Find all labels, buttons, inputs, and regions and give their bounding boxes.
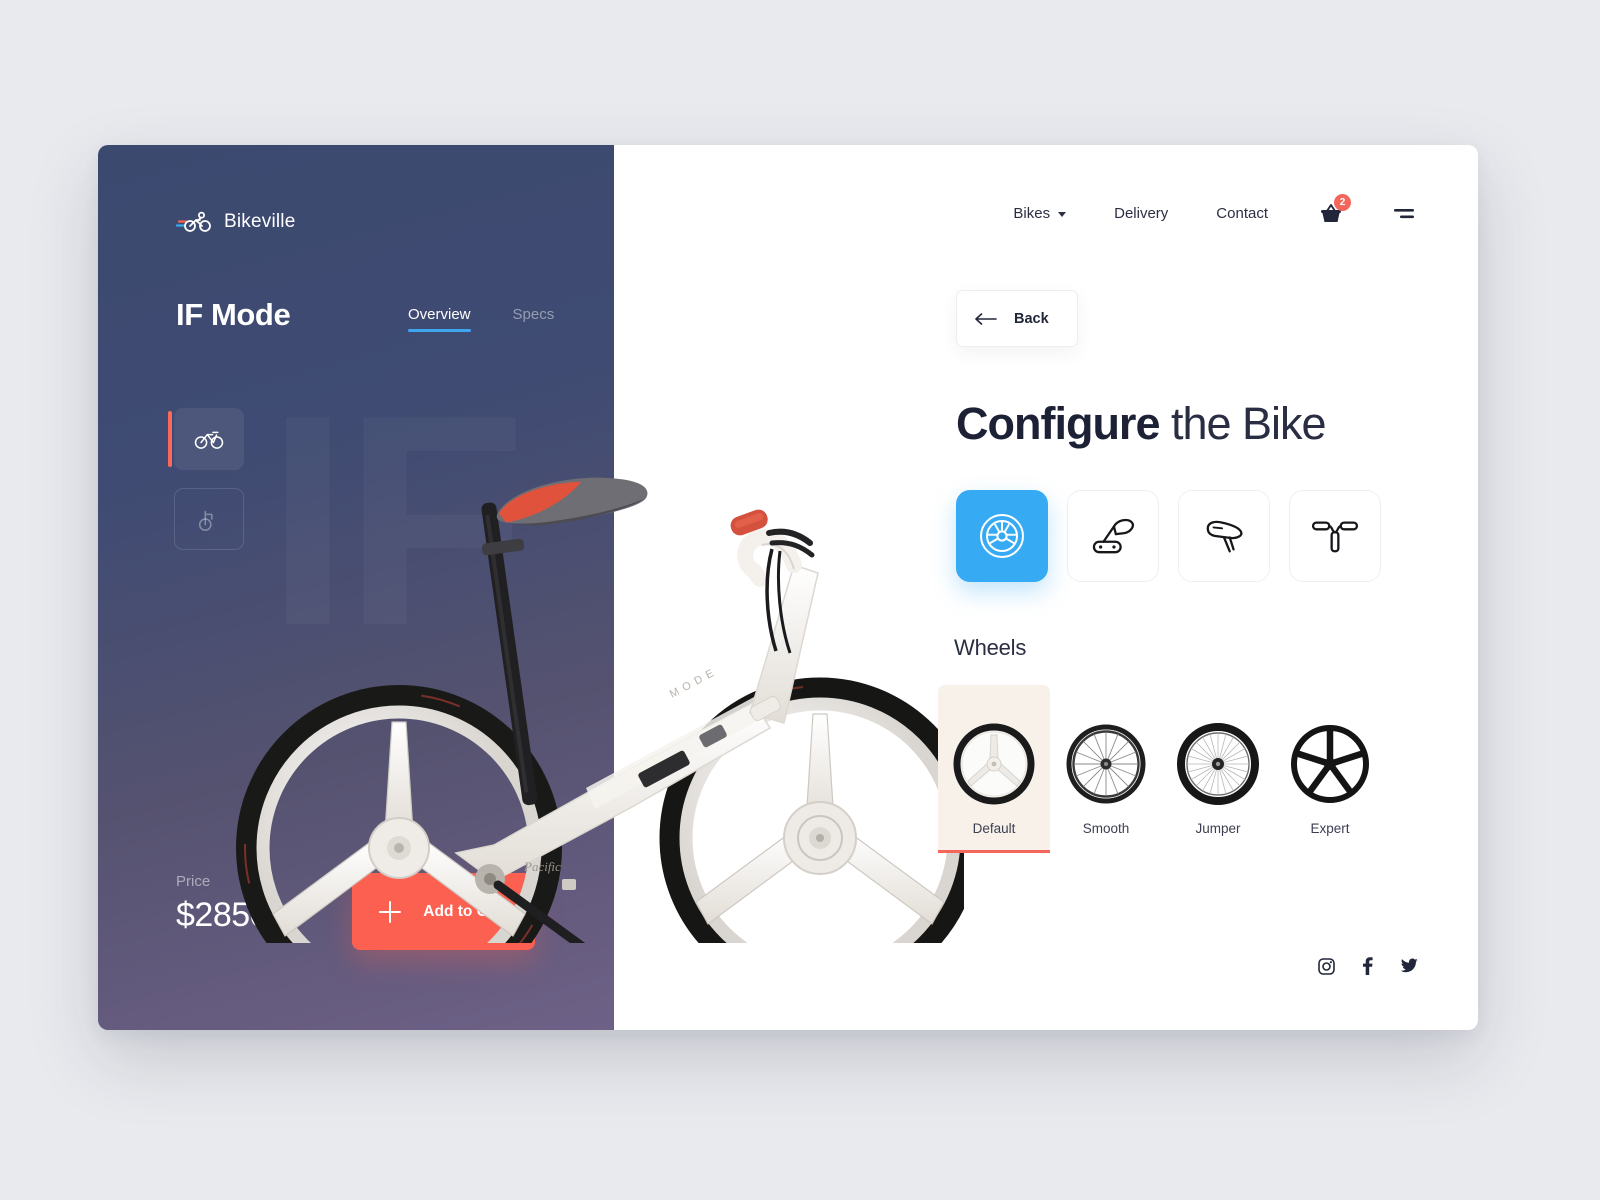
wheel-options-list: Default Smooth Jumper Expert (938, 685, 1386, 853)
nav-item-contact[interactable]: Contact (1216, 205, 1268, 222)
instagram-icon[interactable] (1318, 957, 1335, 975)
background-watermark: IF (266, 370, 521, 670)
wheel-expert-image (1291, 725, 1369, 803)
folded-bicycle-icon (198, 510, 213, 531)
wheel-default-image (953, 723, 1035, 805)
wheel-option-label: Default (972, 821, 1016, 836)
cart-badge: 2 (1334, 194, 1351, 211)
handlebar-icon (1311, 521, 1359, 553)
wheel-option-smooth[interactable]: Smooth (1050, 685, 1162, 853)
wheel-jumper-image (1177, 723, 1259, 805)
saddle-icon (1206, 520, 1243, 553)
brand-name: Bikeville (224, 211, 296, 232)
section-title-wheels: Wheels (954, 635, 1027, 660)
app-window: IF Bikeville IF Mode Overview Specs (98, 145, 1478, 1030)
category-selector (956, 490, 1381, 582)
wheel-smooth-image (1066, 724, 1146, 804)
bicycle-icon (194, 431, 224, 449)
price-label: Price (176, 873, 211, 890)
page-title-bold: Configure (956, 398, 1160, 449)
wheel-icon (980, 514, 1024, 558)
add-to-cart-label: Add to Cart (423, 902, 508, 920)
nav-item-bikes[interactable]: Bikes (1013, 205, 1067, 222)
wheel-option-label: Smooth (1082, 821, 1130, 836)
product-title: IF Mode (176, 297, 291, 332)
cyclist-icon (176, 211, 211, 232)
cart-button[interactable]: 2 (1320, 194, 1351, 224)
pedal-icon (1092, 518, 1135, 554)
configurator-panel: Bikes Delivery Contact 2 Back Configure … (614, 145, 1478, 1030)
twitter-icon[interactable] (1400, 958, 1418, 974)
wheel-option-label: Jumper (1195, 821, 1241, 836)
wheel-option-jumper[interactable]: Jumper (1162, 685, 1274, 853)
plus-icon (379, 900, 402, 923)
main-nav: Bikes Delivery Contact 2 (965, 194, 1416, 224)
tab-specs[interactable]: Specs (513, 306, 555, 332)
category-wheel[interactable] (956, 490, 1048, 582)
menu-button[interactable] (1394, 207, 1416, 221)
product-tabs: Overview Specs (408, 306, 554, 332)
brand-logo[interactable]: Bikeville (176, 211, 296, 233)
add-to-cart-button[interactable]: Add to Cart (352, 873, 535, 950)
back-button[interactable]: Back (956, 290, 1078, 347)
view-toggle-folded-bicycle[interactable] (174, 488, 244, 550)
back-button-label: Back (1014, 310, 1049, 327)
wheel-option-default[interactable]: Default (938, 685, 1050, 853)
wheel-option-label: Expert (1310, 821, 1350, 836)
category-pedal[interactable] (1067, 490, 1159, 582)
category-handlebar[interactable] (1289, 490, 1381, 582)
page-title: Configure the Bike (956, 398, 1327, 450)
view-toggle-group (168, 408, 244, 568)
wheel-option-expert[interactable]: Expert (1274, 685, 1386, 853)
social-links (1318, 957, 1418, 975)
view-toggle-bicycle[interactable] (168, 408, 244, 470)
price-block: Price $2850 (176, 873, 269, 935)
nav-item-bikes-label: Bikes (1013, 205, 1051, 222)
tab-overview[interactable]: Overview (408, 306, 471, 332)
arrow-left-icon (975, 312, 997, 325)
chevron-down-icon (1058, 212, 1067, 217)
product-panel: IF Bikeville IF Mode Overview Specs (98, 145, 614, 1030)
price-value: $2850 (176, 896, 269, 934)
category-saddle[interactable] (1178, 490, 1270, 582)
page-title-light: the Bike (1159, 398, 1327, 449)
facebook-icon[interactable] (1362, 957, 1373, 975)
nav-item-delivery[interactable]: Delivery (1114, 205, 1168, 222)
menu-icon (1394, 208, 1414, 218)
